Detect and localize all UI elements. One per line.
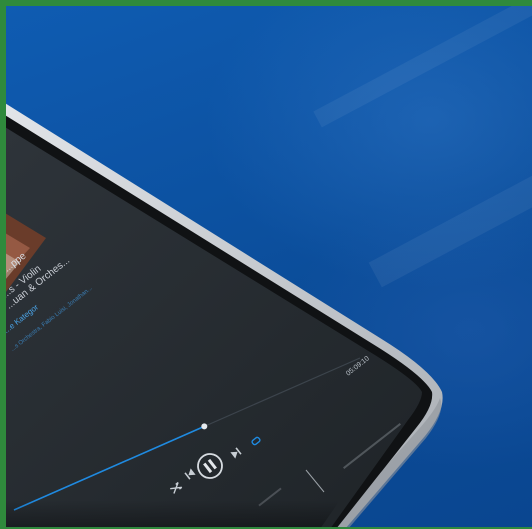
progress-thumb[interactable] [201, 423, 208, 430]
device-shadow [0, 500, 340, 529]
frame-border-top [0, 0, 532, 6]
tablet-device [0, 100, 443, 529]
frame-border-left [0, 0, 6, 529]
photo-scene: ...ppe ...s - Violin ...uan & Orches... … [0, 0, 532, 529]
